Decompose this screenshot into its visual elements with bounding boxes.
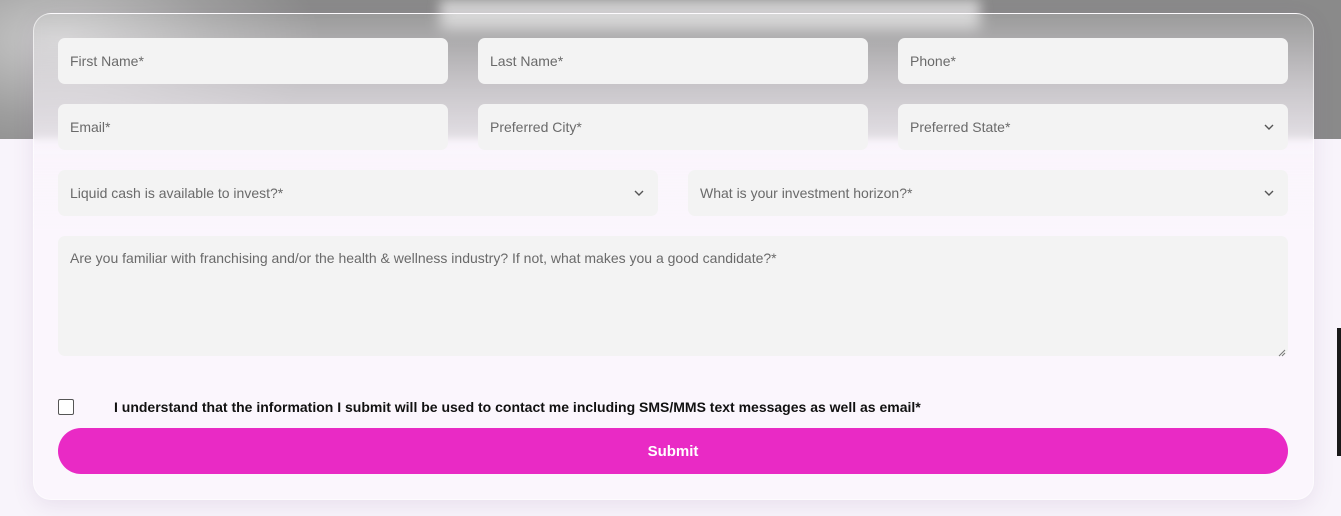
preferred-city-placeholder: Preferred City* (490, 119, 582, 135)
liquid-cash-select[interactable]: Liquid cash is available to invest?* (58, 170, 658, 216)
first-name-placeholder: First Name* (70, 53, 144, 69)
consent-label: I understand that the information I subm… (114, 399, 921, 415)
email-placeholder: Email* (70, 119, 111, 135)
chevron-down-icon (632, 186, 646, 200)
phone-input[interactable]: Phone* (898, 38, 1288, 84)
investment-horizon-select[interactable]: What is your investment horizon?* (688, 170, 1288, 216)
preferred-state-select[interactable]: Preferred State* (898, 104, 1288, 150)
phone-placeholder: Phone* (910, 53, 956, 69)
first-name-input[interactable]: First Name* (58, 38, 448, 84)
email-input[interactable]: Email* (58, 104, 448, 150)
chevron-down-icon (1262, 186, 1276, 200)
preferred-city-input[interactable]: Preferred City* (478, 104, 868, 150)
investment-horizon-placeholder: What is your investment horizon?* (700, 185, 913, 201)
familiarity-textarea[interactable]: Are you familiar with franchising and/or… (58, 236, 1288, 357)
consent-checkbox[interactable] (58, 399, 74, 415)
side-widget-edge[interactable] (1337, 328, 1341, 456)
submit-button[interactable]: Submit (58, 428, 1288, 474)
liquid-cash-placeholder: Liquid cash is available to invest?* (70, 185, 284, 201)
last-name-placeholder: Last Name* (490, 53, 564, 69)
last-name-input[interactable]: Last Name* (478, 38, 868, 84)
familiarity-placeholder: Are you familiar with franchising and/or… (70, 250, 777, 266)
resize-grip-icon[interactable] (1276, 344, 1286, 357)
preferred-state-placeholder: Preferred State* (910, 119, 1011, 135)
chevron-down-icon (1262, 120, 1276, 134)
